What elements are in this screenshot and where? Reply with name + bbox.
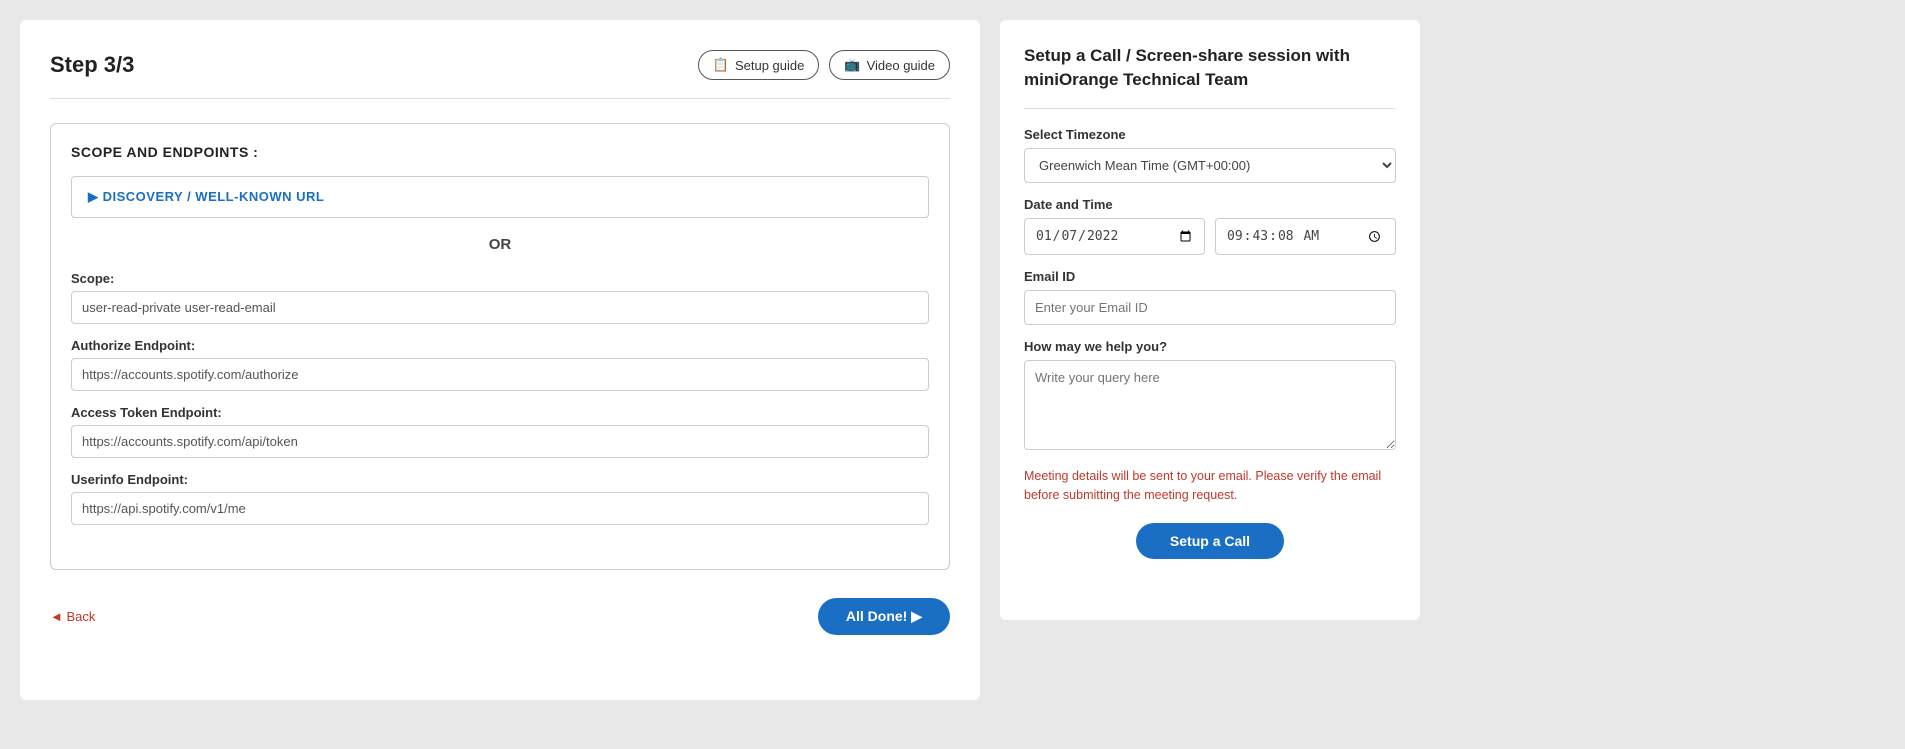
authorize-input[interactable] xyxy=(71,358,929,391)
scope-field-group: Scope: xyxy=(71,271,929,324)
setup-guide-label: Setup guide xyxy=(735,58,804,73)
datetime-row xyxy=(1024,218,1396,256)
setup-guide-button[interactable]: 📋 Setup guide xyxy=(698,50,820,80)
scope-title: SCOPE AND ENDPOINTS : xyxy=(71,144,929,160)
access-token-field-group: Access Token Endpoint: xyxy=(71,405,929,458)
scope-box: SCOPE AND ENDPOINTS : ▶ DISCOVERY / WELL… xyxy=(50,123,950,570)
scope-label: Scope: xyxy=(71,271,929,286)
side-panel-title: Setup a Call / Screen-share session with… xyxy=(1024,44,1396,92)
date-input[interactable] xyxy=(1024,218,1205,256)
discovery-link[interactable]: ▶ DISCOVERY / WELL-KNOWN URL xyxy=(88,189,324,205)
discovery-row: ▶ DISCOVERY / WELL-KNOWN URL xyxy=(71,176,929,218)
userinfo-field-group: Userinfo Endpoint: xyxy=(71,472,929,525)
access-token-input[interactable] xyxy=(71,425,929,458)
step-title: Step 3/3 xyxy=(50,52,134,78)
userinfo-input[interactable] xyxy=(71,492,929,525)
header-divider xyxy=(50,98,950,99)
datetime-label: Date and Time xyxy=(1024,197,1396,212)
main-card: Step 3/3 📋 Setup guide 📺 Video guide SCO… xyxy=(20,20,980,700)
setup-guide-icon: 📋 xyxy=(713,57,729,73)
side-panel: Setup a Call / Screen-share session with… xyxy=(1000,20,1420,620)
authorize-label: Authorize Endpoint: xyxy=(71,338,929,353)
back-link[interactable]: ◄ Back xyxy=(50,609,95,624)
video-guide-icon: 📺 xyxy=(844,57,860,73)
card-footer: ◄ Back All Done! ▶ xyxy=(50,598,950,635)
email-field-group: Email ID xyxy=(1024,269,1396,325)
or-divider: OR xyxy=(71,236,929,253)
setup-call-button[interactable]: Setup a Call xyxy=(1136,523,1284,559)
timezone-select[interactable]: Greenwich Mean Time (GMT+00:00) Eastern … xyxy=(1024,148,1396,183)
time-input[interactable] xyxy=(1215,218,1396,256)
side-panel-divider xyxy=(1024,108,1396,109)
query-field-group: How may we help you? xyxy=(1024,339,1396,453)
video-guide-label: Video guide xyxy=(867,58,935,73)
scope-input[interactable] xyxy=(71,291,929,324)
access-token-label: Access Token Endpoint: xyxy=(71,405,929,420)
email-notice: Meeting details will be sent to your ema… xyxy=(1024,467,1396,505)
authorize-field-group: Authorize Endpoint: xyxy=(71,338,929,391)
userinfo-label: Userinfo Endpoint: xyxy=(71,472,929,487)
query-label: How may we help you? xyxy=(1024,339,1396,354)
step-header: Step 3/3 📋 Setup guide 📺 Video guide xyxy=(50,50,950,80)
email-input[interactable] xyxy=(1024,290,1396,325)
guide-buttons: 📋 Setup guide 📺 Video guide xyxy=(698,50,950,80)
timezone-field-group: Select Timezone Greenwich Mean Time (GMT… xyxy=(1024,127,1396,183)
email-label: Email ID xyxy=(1024,269,1396,284)
timezone-label: Select Timezone xyxy=(1024,127,1396,142)
query-textarea[interactable] xyxy=(1024,360,1396,450)
video-guide-button[interactable]: 📺 Video guide xyxy=(829,50,950,80)
all-done-button[interactable]: All Done! ▶ xyxy=(818,598,950,635)
